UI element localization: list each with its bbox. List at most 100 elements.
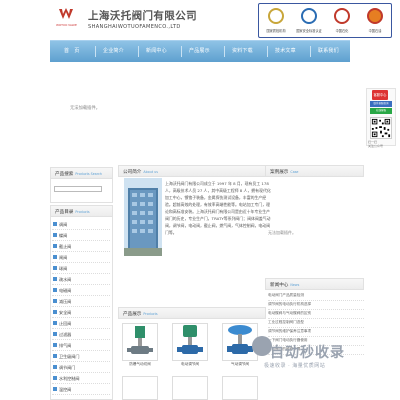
news-panel-title: 新闻中心 News [270, 282, 299, 288]
badge-label: 国家质检机构 [266, 29, 286, 33]
intro-panel-title-cn: 公司简介 [123, 170, 142, 175]
cases-panel-title-en: Case [290, 170, 299, 174]
product-card[interactable] [172, 323, 208, 361]
category-item[interactable]: 卫生级阀门 [52, 352, 110, 362]
news-item[interactable]: 电动蝶阀与气动蝶阀的区别 [268, 311, 364, 319]
category-item[interactable]: 水利控制阀 [52, 374, 110, 384]
service-center-button[interactable]: 客服中心 [372, 90, 388, 100]
bullet-icon [53, 288, 57, 292]
badge-safety-standard: 国家安全标准认证 [294, 6, 324, 37]
nav-divider [95, 46, 96, 57]
category-item[interactable]: 闸阀 [52, 253, 110, 263]
company-name: 上海沃托阀门有限公司 [88, 10, 197, 22]
product-name[interactable]: 电动调节阀 [170, 362, 210, 367]
nav-item-home[interactable]: 首 页 [64, 47, 80, 54]
sinopec-logo-icon [334, 8, 350, 24]
cases-plugin-message: 无法加载插件。 [268, 230, 296, 235]
bullet-icon [53, 222, 57, 226]
company-intro-text: 上海沃托阀门有限公司成立于 1997 年 8 月，现有员工 178 人，高级技术… [165, 181, 271, 235]
categories-panel-title: 产品目录 Products [55, 209, 90, 215]
qr-code-icon [370, 117, 392, 139]
category-label: 调节阀门 [59, 365, 76, 370]
watermark-logo-icon [252, 336, 272, 356]
cases-panel-header: 案例展示 Case [265, 165, 364, 177]
cases-panel-title: 案例展示 Case [270, 169, 298, 175]
service-center-label: 客服中心 [373, 93, 387, 97]
products-panel-title-en: Products [143, 312, 158, 316]
intro-panel-title-en: About us [143, 170, 158, 174]
nav-item-news[interactable]: 新闻中心 [146, 47, 167, 54]
nav-item-products[interactable]: 产品展示 [189, 47, 210, 54]
bullet-icon [53, 365, 57, 369]
bullet-icon [53, 233, 57, 237]
online-service-button[interactable]: 在线客服 [370, 108, 392, 114]
category-item[interactable]: 疏水阀 [52, 275, 110, 285]
categories-panel-title-cn: 产品目录 [55, 210, 74, 215]
nav-divider [267, 46, 268, 57]
category-item[interactable]: 球阀 [52, 264, 110, 274]
category-label: 卫生级阀门 [59, 354, 80, 359]
nav-divider [138, 46, 139, 57]
search-panel-title-en: Products Search [75, 172, 103, 176]
bullet-icon [53, 387, 57, 391]
category-label: 排气阀 [59, 343, 72, 348]
categories-panel-header: 产品目录 Products [50, 205, 113, 217]
nav-divider [224, 46, 225, 57]
seal-icon [301, 8, 317, 24]
nav-item-downloads[interactable]: 资料下载 [232, 47, 253, 54]
badge-quality-inspection: 国家质检机构 [261, 6, 291, 37]
valve-image-icon [127, 326, 153, 354]
category-label: 截止阀 [59, 244, 72, 249]
news-item[interactable]: 调节阀的电动执行机构选择 [268, 302, 364, 310]
news-panel-header: 新闻中心 News [265, 278, 364, 290]
intro-panel-header: 公司简介 About us [118, 165, 266, 177]
bullet-icon [53, 354, 57, 358]
search-panel-title-cn: 产品搜索 [55, 172, 74, 177]
category-item[interactable]: 过滤器 [52, 330, 110, 340]
product-card[interactable] [172, 376, 208, 400]
badge-sinopec: 中国石化 [327, 6, 357, 37]
product-search-input[interactable] [54, 186, 102, 192]
categories-panel-title-en: Products [75, 210, 90, 214]
product-card[interactable] [122, 323, 158, 361]
company-logo-icon [59, 8, 73, 19]
consult-label: 联系客服咨询 [373, 102, 389, 105]
nav-item-about[interactable]: 企业简介 [103, 47, 124, 54]
petrochina-logo-icon [367, 8, 383, 24]
products-panel-header: 产品展示 Products [118, 307, 266, 319]
category-item[interactable]: 电磁阀 [52, 286, 110, 296]
category-label: 调阀 [59, 222, 68, 227]
product-name[interactable]: 气动调节阀 [220, 362, 260, 367]
category-item[interactable]: 蝶阀 [52, 231, 110, 241]
category-item[interactable]: 调节阀门 [52, 363, 110, 373]
news-item[interactable]: 电动阀门产品质量检测 [268, 293, 364, 301]
nav-item-contact[interactable]: 联系我们 [318, 47, 339, 54]
company-name-english: SHANGHAIWOTUOFAMENCO.,LTD [88, 24, 181, 30]
category-item[interactable]: 截止阀 [52, 242, 110, 252]
badge-label: 中国石化 [335, 29, 349, 33]
bullet-icon [53, 332, 57, 336]
main-nav: 首 页 企业简介 新闻中心 产品展示 资料下载 技术文章 联系我们 [50, 40, 350, 62]
bullet-icon [53, 343, 57, 347]
news-item[interactable]: 工业过程控制阀门选型 [268, 320, 364, 328]
category-item[interactable]: 减压阀 [52, 297, 110, 307]
products-panel-title-cn: 产品展示 [123, 312, 142, 317]
valve-image-icon [177, 325, 203, 354]
category-item[interactable]: 止回阀 [52, 319, 110, 329]
category-item[interactable]: 调阀 [52, 220, 110, 230]
bullet-icon [53, 321, 57, 325]
category-label: 安全阀 [59, 310, 72, 315]
bullet-icon [53, 310, 57, 314]
news-item[interactable]: 调节阀的维护保养注意事项 [268, 329, 364, 337]
product-name[interactable]: 防爆气动切阀 [120, 362, 160, 367]
category-item[interactable]: 安全阀 [52, 308, 110, 318]
category-label: 闸阀 [59, 255, 68, 260]
nav-item-articles[interactable]: 技术文章 [275, 47, 296, 54]
qr-caption-line2: 关注公众号 [368, 144, 384, 148]
category-item[interactable]: 排气阀 [52, 341, 110, 351]
consult-button[interactable]: 联系客服咨询 [370, 101, 392, 107]
product-card[interactable] [122, 376, 158, 400]
product-card[interactable] [222, 376, 258, 400]
logo-subtitle: WOTUO VALVE [56, 23, 77, 27]
category-item[interactable]: 温控阀 [52, 385, 110, 395]
